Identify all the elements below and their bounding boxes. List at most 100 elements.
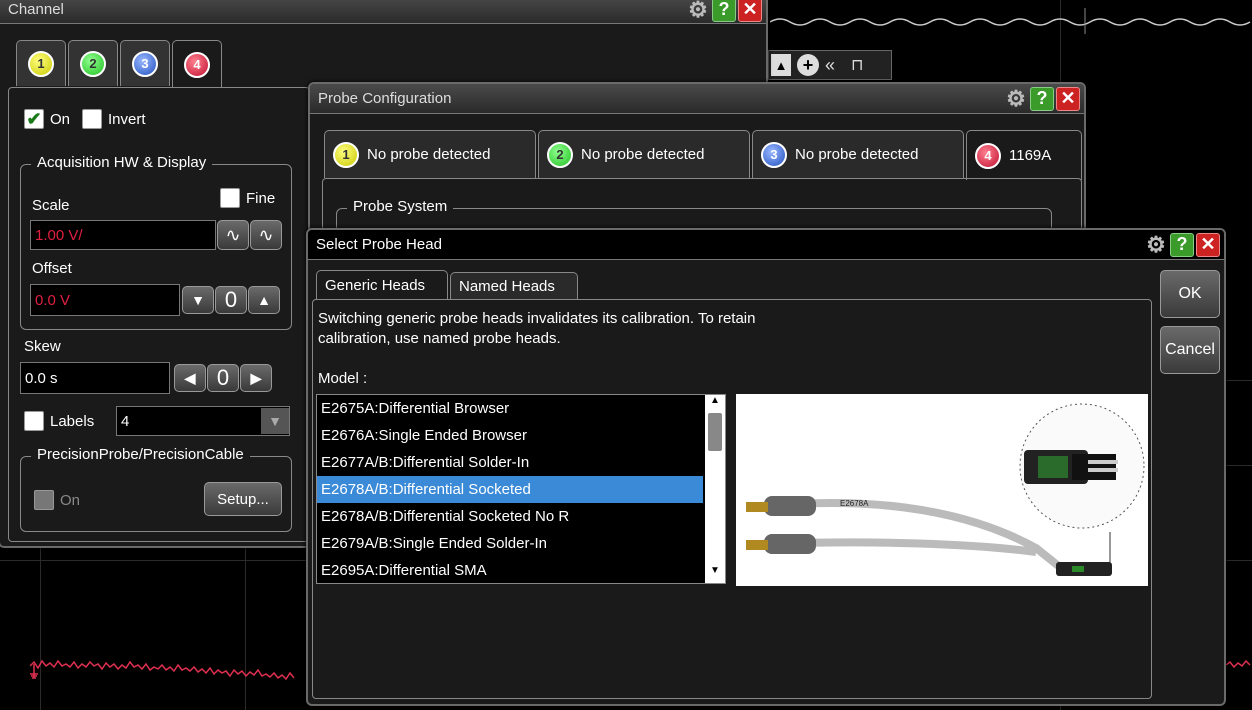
- labels-row[interactable]: Labels: [24, 411, 94, 431]
- model-list-item[interactable]: E2677A/B:Differential Solder-In: [317, 449, 703, 476]
- scroll-up-icon[interactable]: ▲: [705, 395, 725, 413]
- labels-checkbox[interactable]: [24, 411, 44, 431]
- offset-label: Offset: [32, 260, 72, 277]
- help-icon[interactable]: ?: [1030, 86, 1054, 111]
- model-list-item[interactable]: E2695A:Differential SMA: [317, 557, 703, 584]
- close-icon[interactable]: ✕: [1196, 232, 1220, 257]
- trace-ch4: [30, 659, 295, 680]
- invert-checkbox[interactable]: [82, 109, 103, 129]
- select-probe-head-titlebar[interactable]: Select Probe Head ⚙ ? ✕: [308, 230, 1224, 260]
- channel-3-icon: 3: [761, 141, 787, 168]
- on-label: On: [50, 110, 71, 128]
- gear-icon[interactable]: ⚙: [1144, 232, 1168, 257]
- model-list-item-selected[interactable]: E2678A/B:Differential Socketed: [317, 476, 703, 503]
- fine-label: Fine: [246, 189, 276, 207]
- channel-2-icon: 2: [80, 50, 106, 77]
- calibration-message: Switching generic probe heads invalidate…: [318, 309, 755, 349]
- channel-1-icon: 1: [28, 50, 54, 77]
- channel-tab-2[interactable]: 2: [68, 40, 118, 86]
- offset-value: 0.0 V: [35, 291, 71, 309]
- scale-increase-button[interactable]: ∿: [250, 220, 282, 250]
- tab-generic-heads-label: Generic Heads: [325, 277, 426, 294]
- calibration-message-line1: Switching generic probe heads invalidate…: [318, 310, 756, 327]
- close-icon[interactable]: ✕: [738, 0, 762, 22]
- model-label: Model :: [318, 370, 368, 387]
- model-list-item[interactable]: E2675A:Differential Browser: [317, 395, 703, 422]
- channel-tab-3[interactable]: 3: [120, 40, 170, 86]
- scale-decrease-button[interactable]: ∿: [217, 220, 249, 250]
- probe-tab-2-label: No probe detected: [581, 146, 705, 163]
- fine-checkbox[interactable]: [220, 188, 240, 208]
- on-checkbox-row[interactable]: ✔ On Invert: [24, 109, 146, 129]
- help-icon[interactable]: ?: [712, 0, 736, 22]
- invert-label: Invert: [108, 110, 146, 128]
- offset-zero-button[interactable]: 0: [215, 286, 247, 314]
- probe-tab-2[interactable]: 2 No probe detected: [538, 130, 750, 178]
- probe-tab-3-label: No probe detected: [795, 146, 919, 163]
- model-list-item[interactable]: E2679A/B:Single Ended Solder-In: [317, 530, 703, 557]
- chevron-up-icon[interactable]: ▲: [771, 54, 791, 76]
- offset-field[interactable]: 0.0 V: [30, 284, 180, 316]
- probe-image-label: E2678A: [840, 499, 869, 508]
- gear-icon[interactable]: ⚙: [1004, 86, 1028, 111]
- probe-tab-4[interactable]: 4 1169A: [966, 130, 1082, 180]
- skew-value: 0.0 s: [25, 369, 58, 387]
- zoom-icon[interactable]: +: [797, 54, 819, 76]
- select-probe-head-title: Select Probe Head: [316, 236, 442, 253]
- model-list-item[interactable]: E2678A/B:Differential Socketed No R: [317, 503, 703, 530]
- probe-config-titlebar[interactable]: Probe Configuration ⚙ ? ✕: [310, 84, 1084, 114]
- channel-tab-4[interactable]: 4: [172, 40, 222, 88]
- scale-field[interactable]: 1.00 V/: [30, 220, 216, 250]
- ok-button[interactable]: OK: [1160, 270, 1220, 318]
- precision-group-title: PrecisionProbe/PrecisionCable: [31, 446, 250, 463]
- labels-label: Labels: [50, 412, 95, 430]
- probe-tab-1-label: No probe detected: [367, 146, 491, 163]
- close-icon[interactable]: ✕: [1056, 86, 1080, 111]
- cancel-button[interactable]: Cancel: [1160, 326, 1220, 374]
- tab-generic-heads[interactable]: Generic Heads: [316, 270, 448, 300]
- precision-on-checkbox: [34, 490, 54, 510]
- skew-right-button[interactable]: ▶: [240, 364, 272, 392]
- probe-tab-3[interactable]: 3 No probe detected: [752, 130, 964, 178]
- pin-icon[interactable]: ⊓: [851, 55, 863, 75]
- trace-ch4-right: [1226, 659, 1251, 669]
- channel-1-icon: 1: [333, 141, 359, 168]
- probe-illustration: E2678A: [746, 403, 1145, 576]
- scale-label: Scale: [32, 197, 70, 214]
- model-list-scrollbar[interactable]: ▲ ▼: [705, 395, 725, 583]
- channel-title: Channel: [8, 1, 64, 18]
- skew-zero-button[interactable]: 0: [207, 364, 239, 392]
- scroll-thumb[interactable]: [708, 413, 722, 451]
- select-probe-head-window: Select Probe Head ⚙ ? ✕ Generic Heads Na…: [306, 228, 1226, 706]
- double-chevron-left-icon[interactable]: «: [825, 55, 835, 76]
- channel-2-icon: 2: [547, 141, 573, 168]
- scale-value: 1.00 V/: [35, 226, 83, 244]
- scroll-down-icon[interactable]: ▼: [705, 565, 725, 583]
- skew-field[interactable]: 0.0 s: [20, 362, 170, 394]
- probe-system-group-title: Probe System: [347, 198, 454, 215]
- model-list[interactable]: E2675A:Differential Browser E2676A:Singl…: [316, 394, 726, 584]
- acquisition-group-title: Acquisition HW & Display: [31, 154, 213, 171]
- labels-select[interactable]: 4 ▼: [116, 406, 290, 436]
- probe-head-image: E2678A: [736, 394, 1148, 586]
- offset-up-button[interactable]: ▲: [248, 286, 280, 314]
- gear-icon[interactable]: ⚙: [686, 0, 710, 22]
- help-icon[interactable]: ?: [1170, 232, 1194, 257]
- on-checkbox[interactable]: ✔: [24, 109, 44, 129]
- model-list-item[interactable]: E2676A:Single Ended Browser: [317, 422, 703, 449]
- channel-4-icon: 4: [975, 142, 1001, 169]
- channel-titlebar[interactable]: Channel ⚙ ? ✕: [0, 0, 766, 24]
- channel-tab-1[interactable]: 1: [16, 40, 66, 86]
- waveform-top: [770, 8, 1251, 34]
- probe-tab-1[interactable]: 1 No probe detected: [324, 130, 536, 178]
- scope-toolbar: ▲ + « ⊓: [768, 50, 892, 80]
- tab-named-heads[interactable]: Named Heads: [450, 272, 578, 300]
- offset-down-button[interactable]: ▼: [182, 286, 214, 314]
- setup-button[interactable]: Setup...: [204, 482, 282, 516]
- fine-row[interactable]: Fine: [220, 188, 275, 208]
- chevron-down-icon[interactable]: ▼: [261, 408, 289, 434]
- labels-value: 4: [121, 412, 130, 430]
- skew-left-button[interactable]: ◀: [174, 364, 206, 392]
- probe-tab-4-label: 1169A: [1009, 147, 1052, 164]
- tab-named-heads-label: Named Heads: [459, 278, 555, 295]
